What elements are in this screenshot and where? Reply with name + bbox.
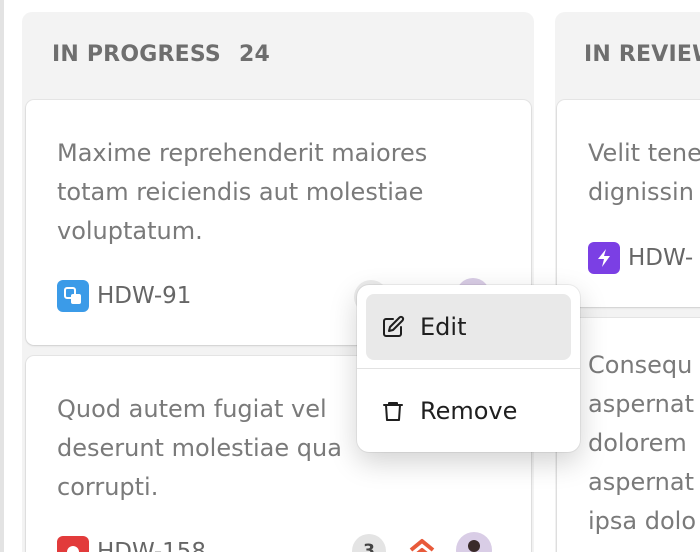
card-title: Maxime reprehenderit maiores totam reici… — [57, 134, 427, 251]
comment-count: 3 — [363, 541, 375, 552]
issue-card[interactable]: Velit tene dignissin HDW- — [557, 100, 700, 307]
column-title: IN REVIEW — [584, 42, 700, 67]
issue-key[interactable]: HDW-91 — [97, 283, 191, 309]
card-title-line: Maxime reprehenderit maiores — [57, 139, 428, 167]
card-title-line: deserunt molestiae qua — [57, 434, 342, 462]
column-header: IN REVIEW — [584, 42, 700, 67]
card-title-line: dignissin — [588, 178, 694, 206]
column-count: 24 — [238, 42, 270, 67]
bug-icon — [57, 536, 89, 552]
card-title-line: corrupti. — [57, 473, 159, 501]
previous-column-edge — [0, 0, 4, 552]
card-title: Velit tene dignissin — [588, 134, 700, 212]
column-header: IN PROGRESS 24 — [52, 42, 270, 67]
column-title: IN PROGRESS — [52, 42, 221, 67]
issue-key[interactable]: HDW-158 — [97, 539, 206, 552]
card-footer: HDW-91 — [57, 280, 191, 312]
card-title: Quod autem fugiat vel deserunt molestiae… — [57, 390, 342, 507]
card-title: Consequ aspernat dolorem aspernat ipsa d… — [588, 346, 696, 541]
card-context-menu: Edit Remove — [357, 285, 580, 452]
card-footer: HDW-158 — [57, 536, 206, 552]
card-title-line: aspernat — [588, 390, 694, 418]
avatar[interactable] — [456, 532, 492, 552]
menu-item-label: Remove — [420, 397, 518, 425]
remove-menu-item[interactable]: Remove — [366, 378, 571, 444]
card-footer: HDW- — [588, 242, 693, 274]
card-title-line: totam reiciendis aut molestiae — [57, 178, 424, 206]
comment-count-badge: 3 — [352, 534, 386, 552]
priority-highest-icon — [409, 539, 435, 552]
trash-icon — [380, 398, 406, 424]
card-title-line: aspernat — [588, 468, 694, 496]
card-title-line: Consequ — [588, 351, 693, 379]
lightning-icon — [588, 242, 620, 274]
edit-icon — [380, 314, 406, 340]
issue-key[interactable]: HDW- — [628, 245, 693, 271]
card-title-line: Quod autem fugiat vel — [57, 395, 327, 423]
menu-divider — [357, 368, 580, 369]
edit-menu-item[interactable]: Edit — [366, 294, 571, 360]
card-title-line: Velit tene — [588, 139, 700, 167]
menu-item-label: Edit — [420, 313, 467, 341]
card-title-line: ipsa dolo — [588, 507, 697, 535]
subtask-icon — [57, 280, 89, 312]
kanban-board: IN PROGRESS 24 Maxime reprehenderit maio… — [0, 0, 700, 552]
card-title-line: dolorem — [588, 429, 687, 457]
card-title-line: voluptatum. — [57, 217, 203, 245]
